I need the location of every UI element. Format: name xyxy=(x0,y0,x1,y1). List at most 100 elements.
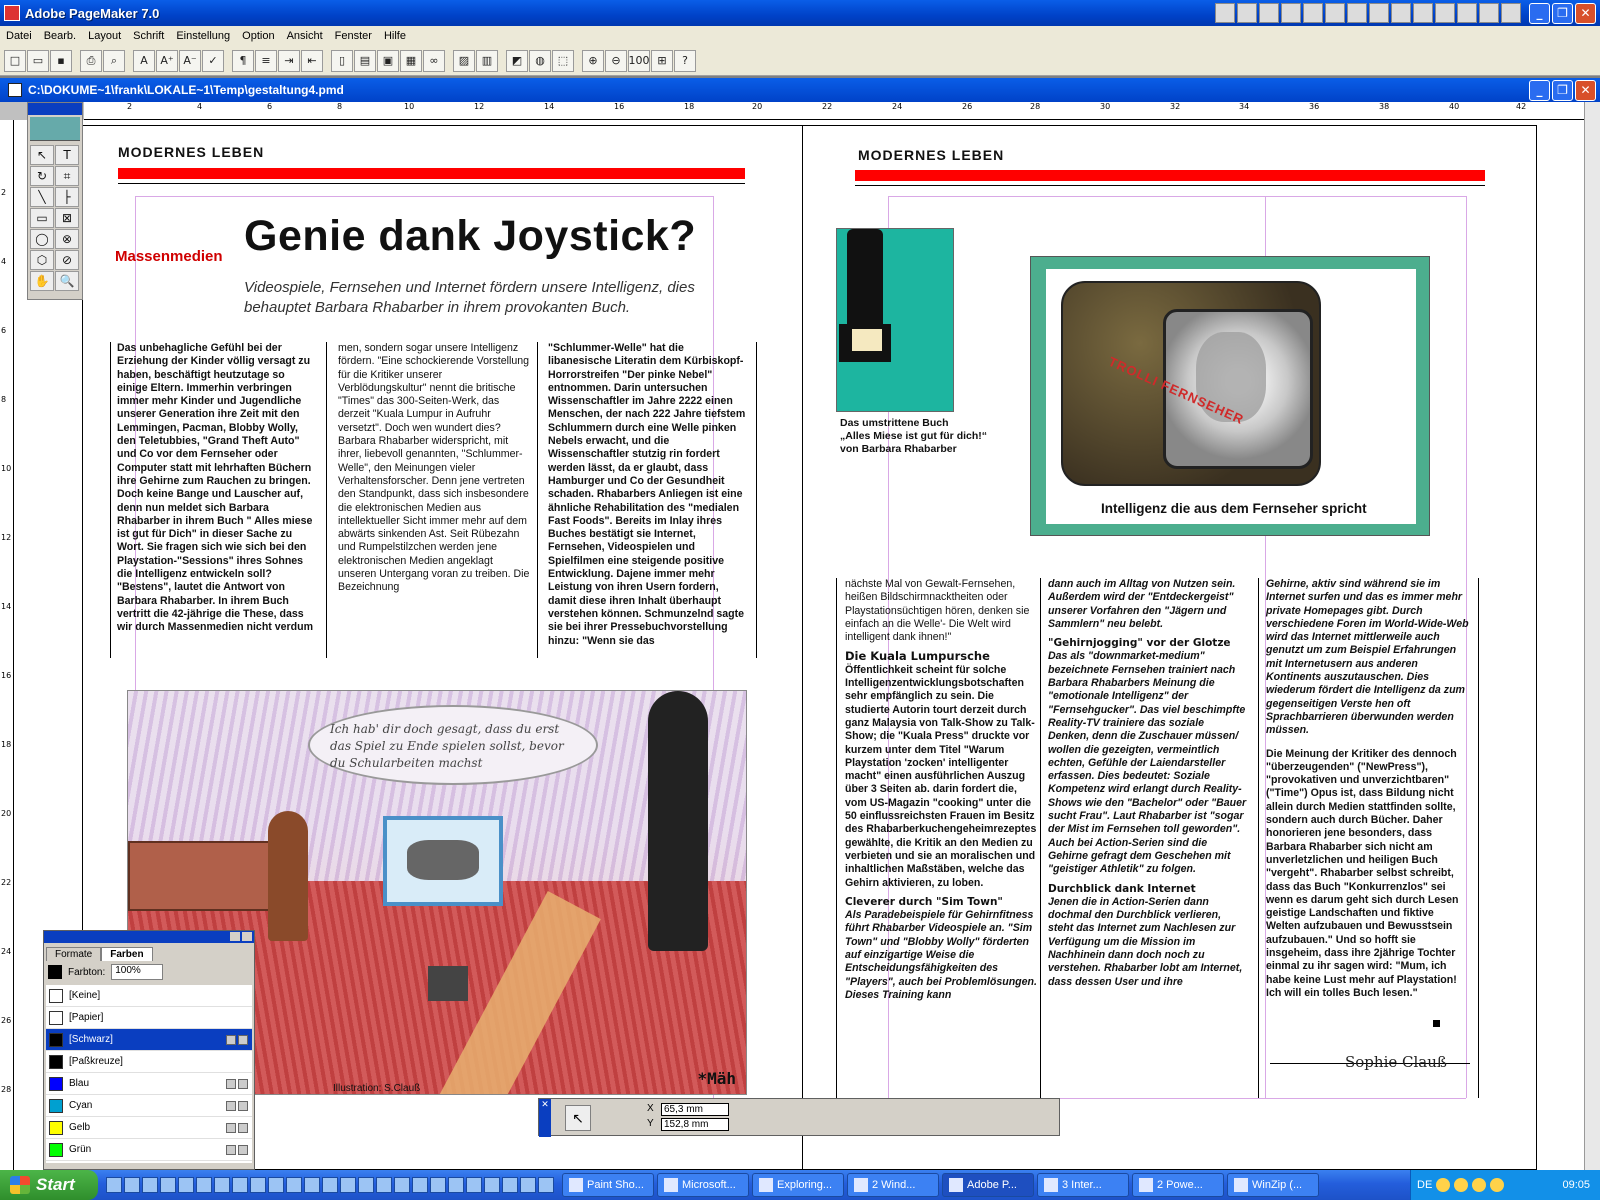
menu-hilfe[interactable]: Hilfe xyxy=(378,30,412,42)
colors-title-bar[interactable] xyxy=(44,931,254,943)
control-palette-close-icon[interactable]: ✕ xyxy=(539,1099,551,1137)
tint-select[interactable]: 100% xyxy=(111,964,164,980)
rubric-label[interactable]: Massenmedien xyxy=(115,248,223,265)
menu-einstellung[interactable]: Einstellung xyxy=(170,30,236,42)
quicklaunch-icon[interactable] xyxy=(124,1177,140,1193)
menu-datei[interactable]: Datei xyxy=(0,30,38,42)
margin-guide[interactable] xyxy=(135,196,713,197)
quicklaunch-icon[interactable] xyxy=(142,1177,158,1193)
article-subline[interactable]: Videospiele, Fernsehen und Internet förd… xyxy=(244,278,724,318)
quick-icon-10[interactable] xyxy=(1413,3,1433,23)
doc-restore-button[interactable]: ❐ xyxy=(1552,79,1573,101)
quicklaunch-icon[interactable] xyxy=(430,1177,446,1193)
menu-fenster[interactable]: Fenster xyxy=(329,30,378,42)
bullets-icon[interactable]: ≡ xyxy=(255,49,277,72)
minimize-button[interactable]: _ xyxy=(1529,2,1550,24)
line-tool-icon[interactable]: ╲ xyxy=(30,187,54,207)
tv-image-frame[interactable]: TROLLI FERNSEHER Intelligenz die aus dem… xyxy=(1030,256,1430,536)
chart-icon[interactable]: ▥ xyxy=(476,49,498,72)
quick-icon-2[interactable] xyxy=(1237,3,1257,23)
quick-icon-1[interactable] xyxy=(1215,3,1235,23)
constrained-line-tool-icon[interactable]: ├ xyxy=(55,187,79,207)
print-icon[interactable]: ⎙ xyxy=(80,49,102,72)
quick-icon-11[interactable] xyxy=(1435,3,1455,23)
help-icon[interactable]: ? xyxy=(674,49,696,72)
tab-farben[interactable]: Farben xyxy=(101,947,153,961)
quicklaunch-icon[interactable] xyxy=(394,1177,410,1193)
quick-icon-3[interactable] xyxy=(1259,3,1279,23)
quick-icon-8[interactable] xyxy=(1369,3,1389,23)
author-signature[interactable]: Sophie Clauß xyxy=(1345,1053,1447,1071)
quicklaunch-icon[interactable] xyxy=(160,1177,176,1193)
outdent-icon[interactable]: ⇤ xyxy=(301,49,323,72)
hand-tool-icon[interactable]: ✋ xyxy=(30,271,54,291)
quicklaunch-icon[interactable] xyxy=(322,1177,338,1193)
doc-close-button[interactable]: ✕ xyxy=(1575,79,1596,101)
menu-layout[interactable]: Layout xyxy=(82,30,127,42)
color-row[interactable]: Gelb xyxy=(46,1117,252,1139)
pdf-icon[interactable]: ⬚ xyxy=(552,49,574,72)
taskbar-item[interactable]: Paint Sho... xyxy=(562,1173,654,1197)
ellipse-tool-icon[interactable]: ◯ xyxy=(30,229,54,249)
quicklaunch-icon[interactable] xyxy=(214,1177,230,1193)
quicklaunch-icon[interactable] xyxy=(376,1177,392,1193)
menu-bearb[interactable]: Bearb. xyxy=(38,30,82,42)
color-row[interactable]: [Paßkreuze] xyxy=(46,1051,252,1073)
tray-icon[interactable] xyxy=(1472,1178,1487,1192)
language-indicator[interactable]: DE xyxy=(1417,1179,1432,1191)
quick-icon-13[interactable] xyxy=(1479,3,1499,23)
quicklaunch-icon[interactable] xyxy=(412,1177,428,1193)
color-row[interactable]: [Schwarz] xyxy=(46,1029,252,1051)
start-button[interactable]: Start xyxy=(0,1170,98,1200)
taskbar-item[interactable]: Microsoft... xyxy=(657,1173,749,1197)
book-cover-image[interactable] xyxy=(836,228,954,412)
tray-icon[interactable] xyxy=(1454,1178,1469,1192)
font-icon[interactable]: A xyxy=(133,49,155,72)
palette-close-icon[interactable] xyxy=(242,932,252,941)
taskbar-item[interactable]: WinZip (... xyxy=(1227,1173,1319,1197)
menu-option[interactable]: Option xyxy=(236,30,280,42)
menu-schrift[interactable]: Schrift xyxy=(127,30,170,42)
palette-minimize-icon[interactable] xyxy=(230,932,240,941)
ellipse-frame-tool-icon[interactable]: ⊗ xyxy=(55,229,79,249)
link-icon[interactable]: ∞ xyxy=(423,49,445,72)
body-column-1[interactable]: Das unbehagliche Gefühl bei der Erziehun… xyxy=(117,342,317,635)
quicklaunch-icon[interactable] xyxy=(520,1177,536,1193)
doc-minimize-button[interactable]: _ xyxy=(1529,79,1550,101)
color-row[interactable]: Blau xyxy=(46,1073,252,1095)
quicklaunch-icon[interactable] xyxy=(358,1177,374,1193)
menu-ansicht[interactable]: Ansicht xyxy=(281,30,329,42)
quicklaunch-icon[interactable] xyxy=(196,1177,212,1193)
tray-icon[interactable] xyxy=(1490,1178,1505,1192)
tab-formate[interactable]: Formate xyxy=(46,947,102,961)
rotate-tool-icon[interactable]: ↻ xyxy=(30,166,54,186)
body-column-2[interactable]: men, sondern sogar unsere Intelligenz fö… xyxy=(338,342,533,595)
quicklaunch-icon[interactable] xyxy=(178,1177,194,1193)
right-column-2[interactable]: dann auch im Alltag von Nutzen sein. Auß… xyxy=(1048,578,1248,989)
quick-icon-4[interactable] xyxy=(1281,3,1301,23)
taskbar-item[interactable]: 2 Wind... xyxy=(847,1173,939,1197)
rectangle-frame-tool-icon[interactable]: ⊠ xyxy=(55,208,79,228)
stroke-fill-icon[interactable] xyxy=(48,965,62,979)
image-icon[interactable]: ▨ xyxy=(453,49,475,72)
quicklaunch-icon[interactable] xyxy=(466,1177,482,1193)
polygon-tool-icon[interactable]: ⬡ xyxy=(30,250,54,270)
restore-button[interactable]: ❐ xyxy=(1552,2,1573,24)
quick-icon-5[interactable] xyxy=(1303,3,1323,23)
y-coordinate-field[interactable]: 152,8 mm xyxy=(661,1118,729,1131)
quicklaunch-icon[interactable] xyxy=(448,1177,464,1193)
polygon-frame-tool-icon[interactable]: ⊘ xyxy=(55,250,79,270)
book-caption[interactable]: Das umstrittene Buch „Alles Miese ist gu… xyxy=(840,417,987,456)
new-doc-icon[interactable]: □ xyxy=(4,49,26,72)
quicklaunch-icon[interactable] xyxy=(232,1177,248,1193)
tray-icon[interactable] xyxy=(1436,1178,1451,1192)
body-column-3[interactable]: "Schlummer-Welle" hat die libanesische L… xyxy=(548,342,748,648)
x-coordinate-field[interactable]: 65,3 mm xyxy=(661,1103,729,1116)
pointer-tool-icon[interactable]: ↖ xyxy=(30,145,54,165)
taskbar-item[interactable]: 2 Powe... xyxy=(1132,1173,1224,1197)
rectangle-tool-icon[interactable]: ▭ xyxy=(30,208,54,228)
quicklaunch-icon[interactable] xyxy=(250,1177,266,1193)
font-smaller-icon[interactable]: A⁻ xyxy=(179,49,201,72)
color-row[interactable]: Grün xyxy=(46,1139,252,1161)
right-column-3[interactable]: Gehirne, aktiv sind während sie im Inter… xyxy=(1266,578,1471,1000)
